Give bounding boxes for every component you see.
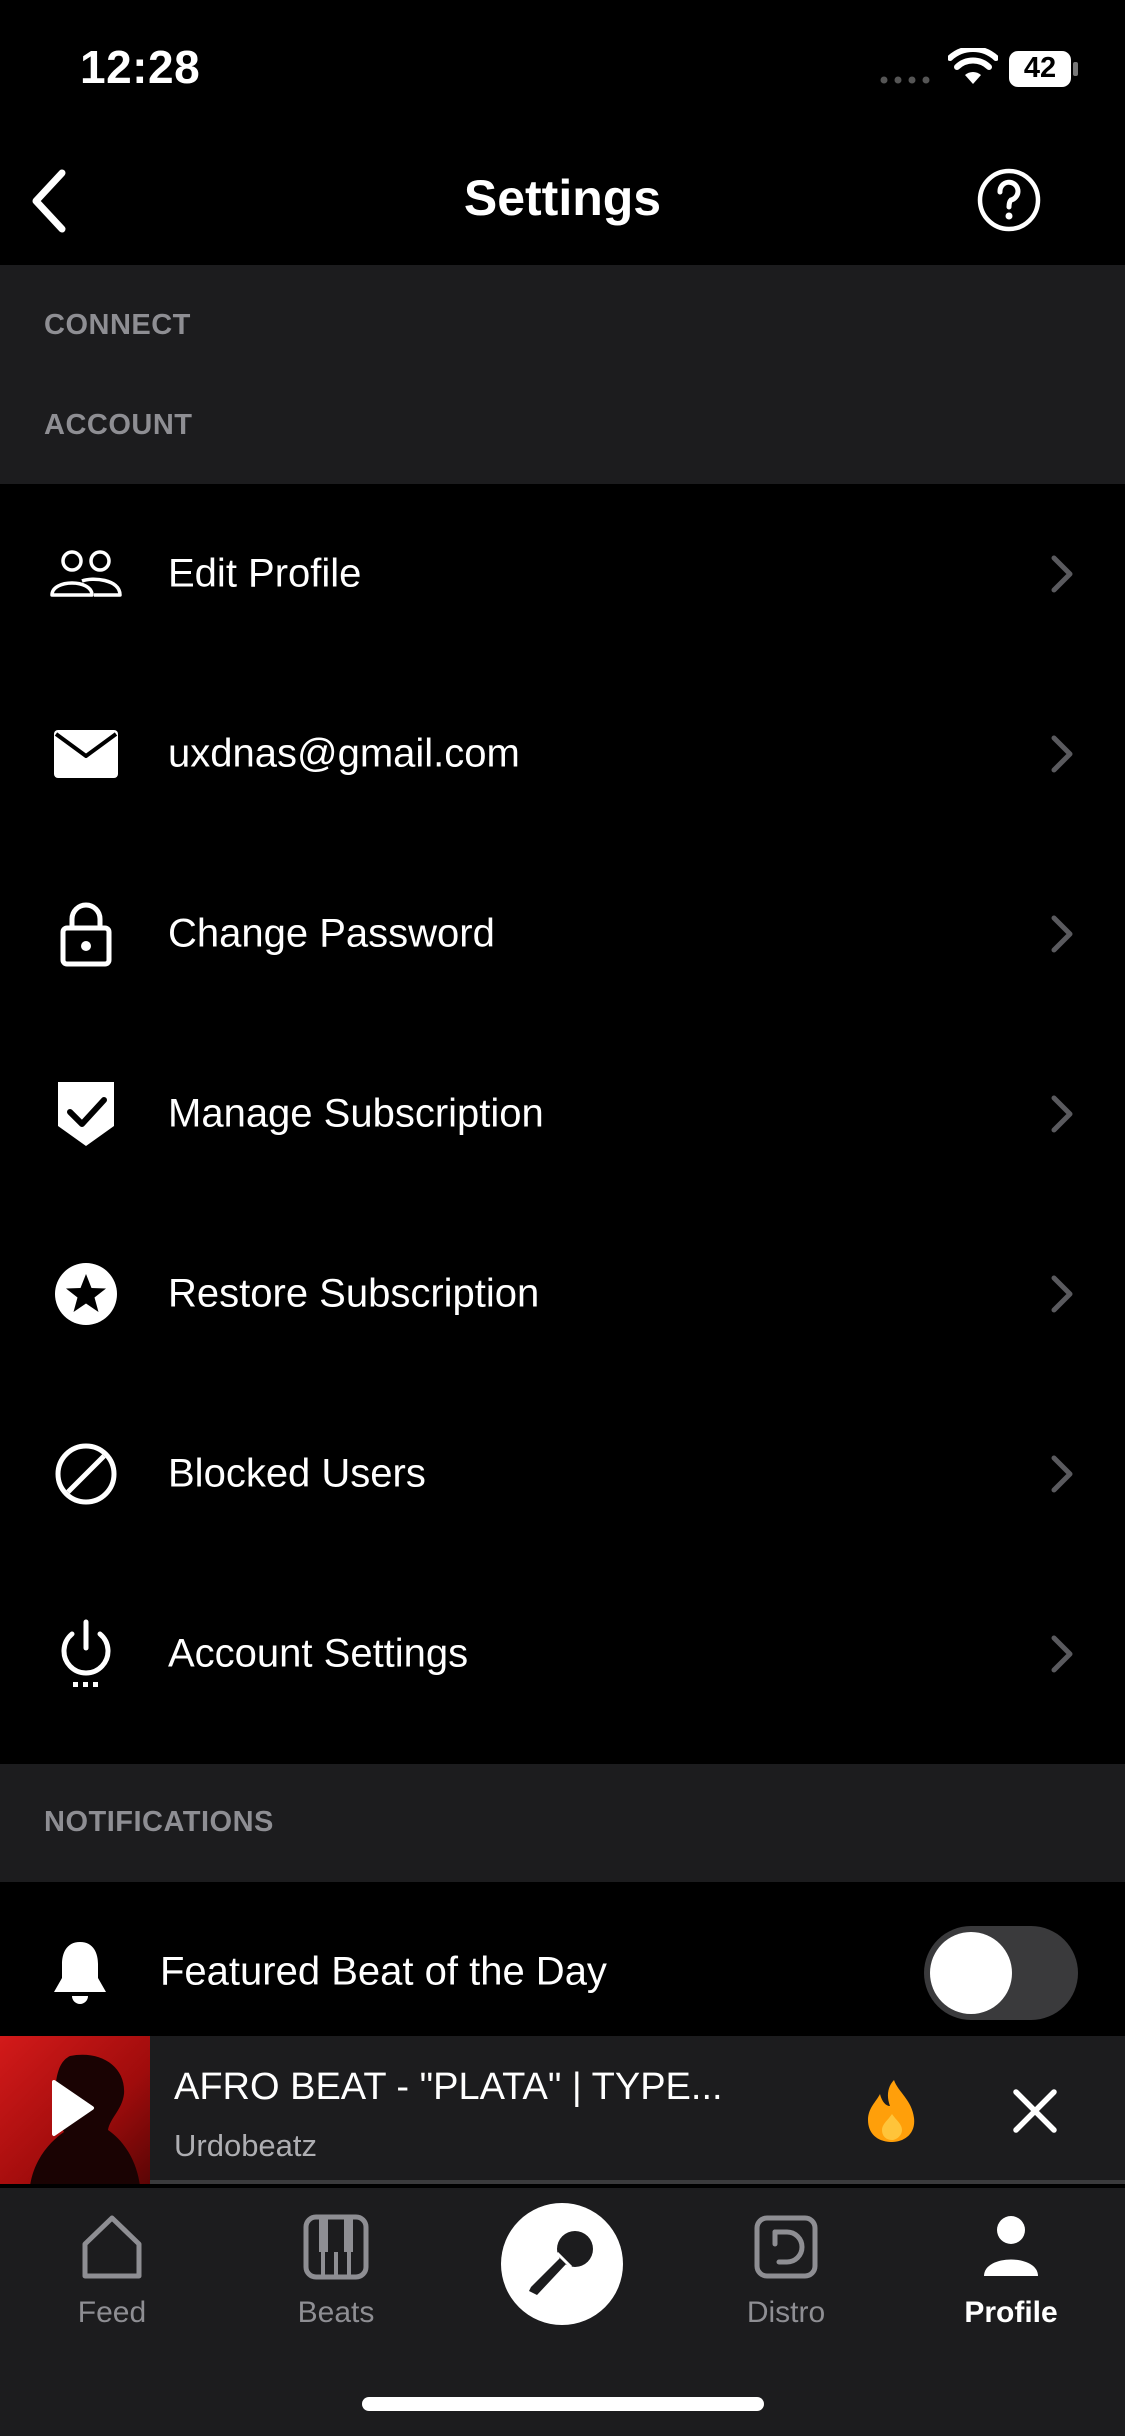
featured-beat-toggle[interactable] [924, 1926, 1078, 2020]
menu-item-manage-subscription[interactable]: Manage Subscription [0, 1024, 1125, 1204]
piano-icon [303, 2214, 369, 2280]
menu-label: Restore Subscription [168, 1271, 540, 1316]
mini-player[interactable]: AFRO BEAT - "PLATA" | TYPE... Urdobeatz [0, 2036, 1125, 2184]
menu-label: Blocked Users [168, 1451, 426, 1496]
power-icon [46, 1614, 126, 1694]
help-icon[interactable] [976, 167, 1042, 233]
chevron-right-icon [1051, 915, 1073, 953]
microphone-icon [529, 2231, 593, 2295]
menu-label: uxdnas@gmail.com [168, 731, 520, 776]
menu-item-blocked-users[interactable]: Blocked Users [0, 1384, 1125, 1564]
menu-item-email[interactable]: uxdnas@gmail.com [0, 664, 1125, 844]
chevron-right-icon [1051, 555, 1073, 593]
chevron-right-icon [1051, 735, 1073, 773]
featured-beat-row: Featured Beat of the Day [0, 1882, 1125, 2062]
block-icon [46, 1434, 126, 1514]
profile-icon [984, 2216, 1038, 2276]
record-button[interactable] [501, 2203, 623, 2325]
menu-label: Change Password [168, 911, 495, 956]
chevron-right-icon [1051, 1275, 1073, 1313]
chevron-right-icon [1051, 1455, 1073, 1493]
wifi-icon [948, 48, 998, 84]
home-icon [82, 2215, 142, 2279]
featured-beat-label: Featured Beat of the Day [160, 1949, 607, 1994]
status-time: 12:28 [80, 41, 201, 93]
menu-item-change-password[interactable]: Change Password [0, 844, 1125, 1024]
tab-feed[interactable]: Feed [22, 2212, 202, 2332]
distro-icon [754, 2215, 818, 2279]
chevron-right-icon [1051, 1635, 1073, 1673]
tab-label: Feed [77, 2296, 147, 2329]
tab-profile[interactable]: Profile [921, 2212, 1101, 2332]
bell-icon [40, 1932, 120, 2012]
menu-item-edit-profile[interactable]: Edit Profile [0, 484, 1125, 664]
menu-item-account-settings[interactable]: Account Settings [0, 1564, 1125, 1744]
nav-bar: Settings [0, 135, 1125, 265]
battery-level: 42 [1023, 52, 1057, 84]
users-icon [46, 534, 126, 614]
section-connect[interactable]: CONNECT [44, 309, 191, 342]
track-artist: Urdobeatz [174, 2128, 318, 2163]
section-notifications: NOTIFICATIONS [44, 1806, 274, 1838]
toggle-knob [930, 1932, 1012, 2014]
tab-beats[interactable]: Beats [246, 2212, 426, 2332]
page-title: Settings [463, 170, 662, 226]
battery-icon: 42 [1008, 50, 1080, 88]
section-account: ACCOUNT [44, 409, 193, 441]
lock-icon [46, 894, 126, 974]
menu-label: Edit Profile [168, 551, 362, 596]
shield-check-icon [46, 1074, 126, 1154]
connect-account-header: CONNECT ACCOUNT [0, 265, 1125, 484]
play-icon[interactable] [50, 2078, 96, 2138]
tab-label: Distro [746, 2296, 826, 2329]
settings-screen: 12:28 42 Settings CONNECT ACCOUNT Edit P… [0, 0, 1125, 2436]
tab-label: Profile [964, 2296, 1058, 2329]
menu-item-restore-subscription[interactable]: Restore Subscription [0, 1204, 1125, 1384]
account-menu: Edit Profile uxdnas@gmail.com Change Pas… [0, 484, 1125, 1744]
star-icon [46, 1254, 126, 1334]
home-indicator [362, 2397, 764, 2411]
track-title: AFRO BEAT - "PLATA" | TYPE... [174, 2066, 723, 2108]
track-artwork [0, 2036, 150, 2184]
status-bar: 12:28 42 [0, 0, 1125, 135]
mail-icon [46, 714, 126, 794]
fire-icon[interactable] [862, 2078, 922, 2144]
menu-label: Manage Subscription [168, 1091, 544, 1136]
tab-distro[interactable]: Distro [696, 2212, 876, 2332]
menu-label: Account Settings [168, 1631, 469, 1676]
close-icon[interactable] [1010, 2086, 1060, 2136]
chevron-right-icon [1051, 1095, 1073, 1133]
notifications-header: NOTIFICATIONS [0, 1764, 1125, 1882]
tab-label: Beats [297, 2296, 375, 2329]
signal-icon [880, 76, 930, 84]
